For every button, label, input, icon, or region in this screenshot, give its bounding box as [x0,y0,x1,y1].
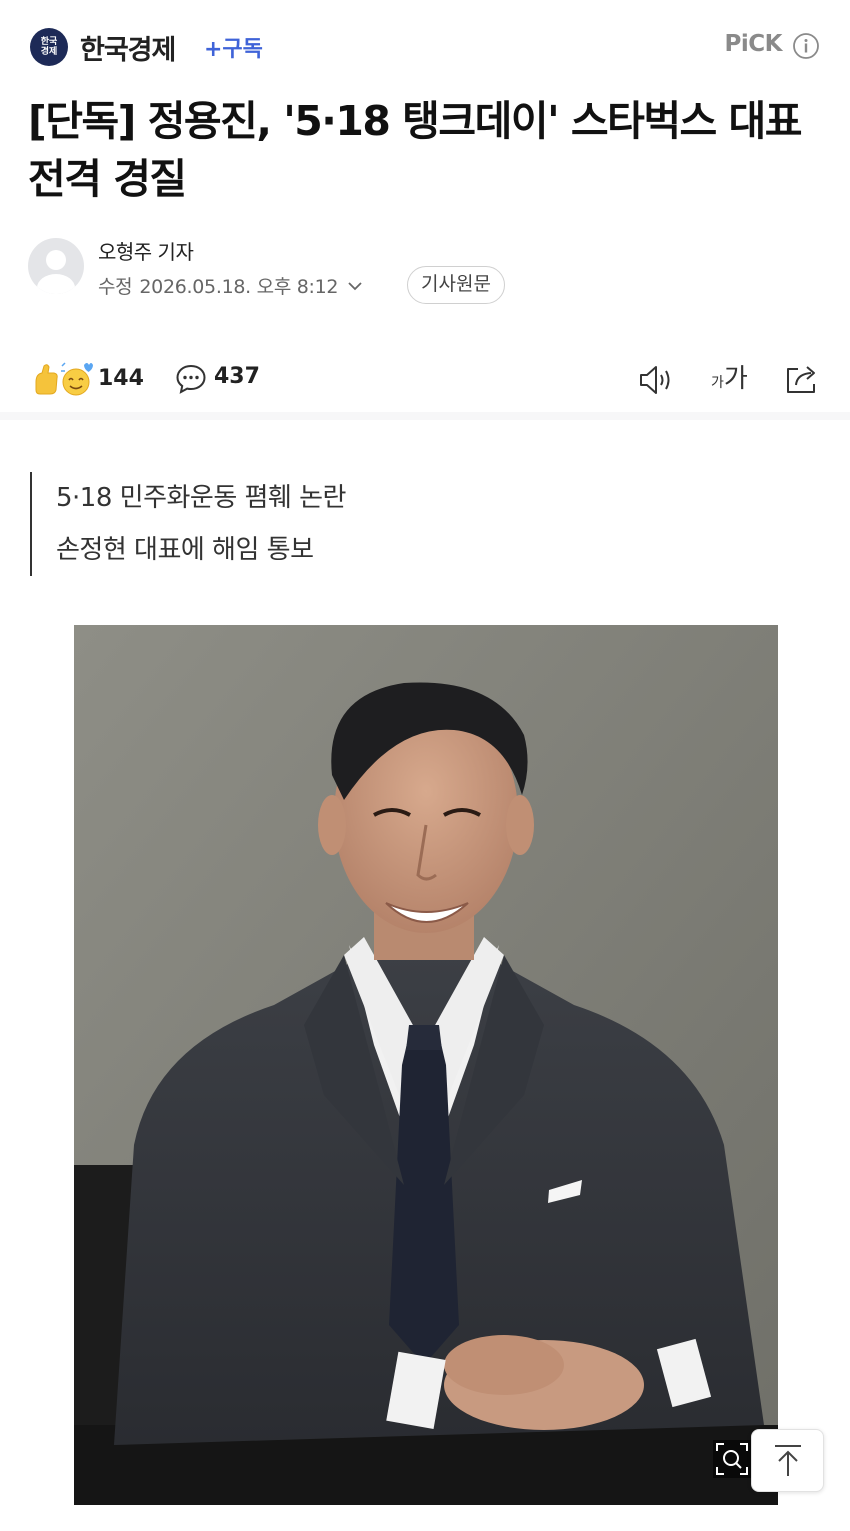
summary-line: 손정현 대표에 해임 통보 [56,535,314,565]
share-icon[interactable] [784,362,820,396]
article-summary: 5·18 민주화운동 폄훼 논란 손정현 대표에 해임 통보 [30,472,810,576]
reaction-emoji-icon[interactable] [32,360,94,398]
summary-line: 5·18 민주화운동 폄훼 논란 [56,483,346,513]
modified-label: 수정 [98,276,133,298]
scroll-top-button[interactable] [751,1429,824,1492]
article-photo[interactable] [74,625,778,1505]
press-header: 한국 경제 한국경제 +구독 PiCK [0,0,850,92]
comment-bubble-icon[interactable] [175,363,207,395]
subscribe-button[interactable]: +구독 [204,31,263,63]
article-timestamp[interactable]: 수정 2026.05.18. 오후 8:12 [98,272,364,299]
arrow-up-icon [774,1444,801,1476]
article-headline: [단독] 정용진, '5·18 탱크데이' 스타벅스 대표 전격 경질 [28,97,802,203]
info-icon[interactable] [792,32,820,60]
press-logo[interactable]: 한국 경제 [30,28,68,66]
font-size-button[interactable]: 가 가 [711,360,755,398]
reaction-count: 144 [98,366,144,391]
font-size-small-label: 가 [711,375,724,391]
reporter-name[interactable]: 오형주 기자 [98,236,194,265]
reaction-bar: 144 437 가 가 [0,356,850,406]
pick-badge: PiCK [724,31,783,57]
chevron-down-icon[interactable] [346,277,364,295]
original-article-button[interactable]: 기사원문 [407,266,505,304]
reporter-avatar[interactable] [28,238,84,294]
font-size-big-label: 가 [723,364,748,394]
press-name[interactable]: 한국경제 [80,28,176,67]
comment-count[interactable]: 437 [214,364,260,389]
zoom-icon[interactable] [713,1440,751,1478]
modified-datetime: 2026.05.18. 오후 8:12 [139,276,339,298]
section-divider [0,412,850,420]
speaker-icon[interactable] [638,363,676,397]
